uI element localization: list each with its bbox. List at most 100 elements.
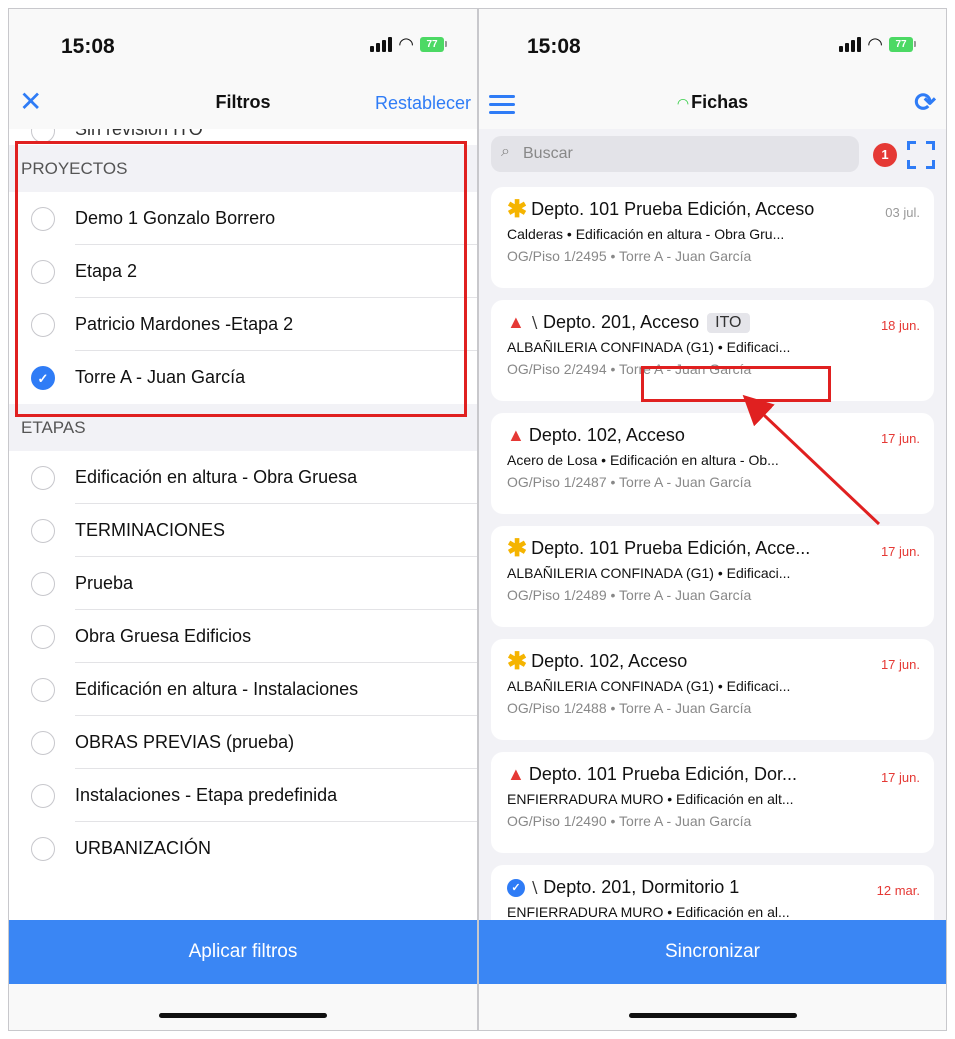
card-title: Depto. 102, Acceso (531, 651, 688, 671)
home-area (9, 984, 477, 1030)
card-meta: OG/Piso 1/2488 • Torre A - Juan García (507, 700, 752, 716)
radio-icon[interactable] (31, 129, 55, 143)
card-subtitle: ENFIERRADURA MURO • Edificación en al... (507, 904, 790, 920)
card-subtitle: Calderas • Edificación en altura - Obra … (507, 226, 785, 242)
radio-icon[interactable] (31, 313, 55, 337)
status-time: 15:08 (61, 35, 115, 58)
notification-badge[interactable]: 1 (873, 143, 897, 167)
search-icon: ⌕ (501, 143, 510, 160)
section-header: PROYECTOS (9, 145, 477, 192)
warning-icon: ▲ (507, 312, 525, 332)
sync-button[interactable]: Sincronizar (479, 920, 946, 984)
radio-icon[interactable] (31, 678, 55, 702)
card-title-row: ✱ Depto. 101 Prueba Edición, Acce... (507, 538, 867, 559)
ficha-card[interactable]: ✓ ∖ Depto. 201, Dormitorio 1 12 mar. ENFIERR… (491, 865, 934, 920)
card-subtitle: Acero de Losa • Edificación en altura - … (507, 452, 779, 468)
card-date: 17 jun. (880, 770, 920, 785)
card-title: Depto. 101 Prueba Edición, Acceso (531, 199, 815, 219)
paperclip-icon: ∖ (529, 879, 540, 897)
card-meta: OG/Piso 1/2495 • Torre A - Juan García (507, 248, 752, 264)
filter-option-label: Etapa 2 (75, 245, 477, 298)
reset-button[interactable]: Restablecer (375, 93, 471, 114)
ficha-card[interactable]: ▲ ∖ Depto. 201, Acceso ITO 18 jun. ALBAÑILERI… (491, 300, 934, 401)
filter-option-label: Patricio Mardones -Etapa 2 (75, 298, 477, 351)
ficha-card[interactable]: ▲ Depto. 102, Acceso 17 jun. Acero de Losa … (491, 413, 934, 514)
filter-option[interactable]: Etapa 2 (9, 245, 477, 298)
filter-option-label: Edificación en altura - Instalaciones (75, 663, 477, 716)
fichas-nav-bar: ◠ Fichas ⟳ (479, 79, 946, 129)
sync-icon[interactable]: ⟳ (914, 87, 936, 118)
filter-option[interactable]: Patricio Mardones -Etapa 2 (9, 298, 477, 351)
wifi-icon: ◠ (867, 34, 883, 54)
filter-option[interactable]: Prueba (9, 557, 477, 610)
ficha-card[interactable]: ✱ Depto. 102, Acceso 17 jun. ALBAÑILERIA CO… (491, 639, 934, 740)
filter-option[interactable]: URBANIZACIÓN (9, 822, 477, 875)
filter-option[interactable]: OBRAS PREVIAS (prueba) (9, 716, 477, 769)
ficha-card[interactable]: ▲ Depto. 101 Prueba Edición, Dor... 17 jun… (491, 752, 934, 853)
card-title-row: ✓ ∖ Depto. 201, Dormitorio 1 (507, 877, 867, 898)
radio-icon[interactable] (31, 572, 55, 596)
radio-icon[interactable] (31, 207, 55, 231)
ficha-card[interactable]: ✱ Depto. 101 Prueba Edición, Acceso 03 jul… (491, 187, 934, 288)
ficha-card[interactable]: ✱ Depto. 101 Prueba Edición, Acce... 17 ju… (491, 526, 934, 627)
filter-option[interactable]: Instalaciones - Etapa predefinida (9, 769, 477, 822)
radio-icon[interactable] (31, 837, 55, 861)
filter-option-label: Prueba (75, 557, 477, 610)
battery-icon: 77 (420, 36, 447, 52)
radio-icon[interactable] (31, 466, 55, 490)
filter-option-label: OBRAS PREVIAS (prueba) (75, 716, 477, 769)
filter-option-label: Instalaciones - Etapa predefinida (75, 769, 477, 822)
filter-option[interactable]: Demo 1 Gonzalo Borrero (9, 192, 477, 245)
star-icon: ✱ (507, 651, 528, 672)
apply-filters-button[interactable]: Aplicar filtros (9, 920, 477, 984)
radio-icon[interactable] (31, 625, 55, 649)
card-title-row: ✱ Depto. 102, Acceso (507, 651, 867, 672)
filter-option[interactable]: Edificación en altura - Instalaciones (9, 663, 477, 716)
search-row: ⌕ Buscar 1 (479, 129, 946, 181)
check-icon: ✓ (507, 878, 525, 897)
signal-icon (370, 36, 393, 52)
card-title: Depto. 101 Prueba Edición, Dor... (528, 764, 797, 784)
card-subtitle: ALBAÑILERIA CONFINADA (G1) • Edificaci..… (507, 339, 791, 355)
filter-option-label: URBANIZACIÓN (75, 838, 212, 858)
card-subtitle: ALBAÑILERIA CONFINADA (G1) • Edificaci..… (507, 565, 791, 581)
filters-nav-bar: ✕ Filtros Restablecer (9, 79, 477, 129)
card-meta: OG/Piso 1/2489 • Torre A - Juan García (507, 587, 752, 603)
radio-icon[interactable] (31, 731, 55, 755)
filter-list[interactable]: Sin revisión ITO PROYECTOS Demo 1 Gonzalo… (9, 129, 477, 920)
card-date: 18 jun. (880, 318, 920, 333)
checked-radio-icon[interactable]: ✓ (31, 366, 55, 390)
online-wifi-icon: ◠ (676, 95, 690, 111)
filter-option[interactable]: Sin revisión ITO (9, 129, 477, 145)
card-meta: OG/Piso 2/2494 • Torre A - Juan García (507, 361, 752, 377)
card-title: Depto. 101 Prueba Edición, Acce... (531, 538, 811, 558)
warning-icon: ▲ (507, 425, 525, 445)
fichas-list[interactable]: ✱ Depto. 101 Prueba Edición, Acceso 03 jul… (479, 181, 946, 920)
radio-icon[interactable] (31, 784, 55, 808)
scan-icon[interactable] (907, 141, 935, 169)
filter-option-label: Obra Gruesa Edificios (75, 610, 477, 663)
filters-screen: 15:08 ◠ 77 ✕ Filtros Restablecer Sin rev… (8, 8, 478, 1031)
signal-icon (839, 36, 862, 52)
search-input[interactable]: ⌕ Buscar (491, 136, 859, 172)
card-title: Depto. 201, Acceso (543, 312, 700, 332)
card-title-row: ▲ Depto. 101 Prueba Edición, Dor... (507, 764, 867, 785)
radio-icon[interactable] (31, 519, 55, 543)
radio-icon[interactable] (31, 260, 55, 284)
card-title: Depto. 201, Dormitorio 1 (543, 877, 740, 897)
search-placeholder: Buscar (523, 145, 573, 162)
ito-tag: ITO (707, 312, 750, 333)
home-area (479, 984, 946, 1030)
filter-option[interactable]: Edificación en altura - Obra Gruesa (9, 451, 477, 504)
card-date: 17 jun. (880, 431, 920, 446)
page-title: ◠ Fichas (676, 92, 749, 112)
filter-option-label: TERMINACIONES (75, 504, 477, 557)
home-indicator (628, 1013, 797, 1018)
filter-option[interactable]: Obra Gruesa Edificios (9, 610, 477, 663)
card-title-row: ✱ Depto. 101 Prueba Edición, Acceso (507, 199, 867, 220)
card-subtitle: ALBAÑILERIA CONFINADA (G1) • Edificaci..… (507, 678, 791, 694)
battery-icon: 77 (889, 36, 916, 52)
filter-option[interactable]: TERMINACIONES (9, 504, 477, 557)
status-time: 15:08 (527, 35, 581, 58)
filter-option[interactable]: ✓ Torre A - Juan García (9, 351, 477, 404)
